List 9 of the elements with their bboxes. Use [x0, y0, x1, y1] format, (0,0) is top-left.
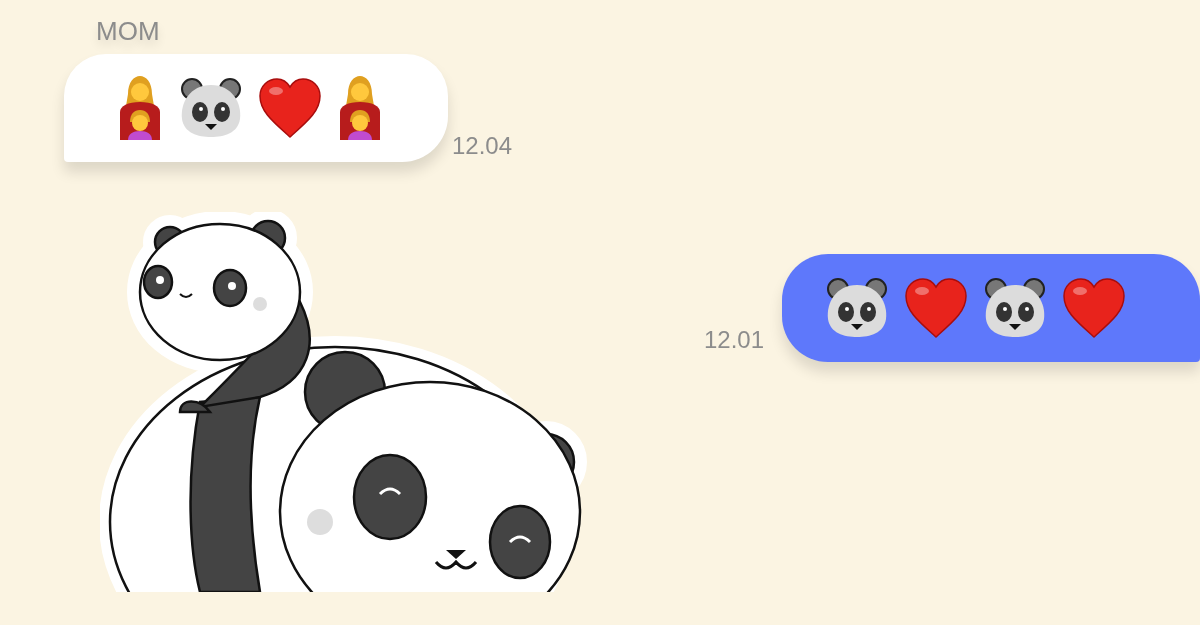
panda-face-icon [982, 277, 1048, 339]
heart-icon [1062, 277, 1126, 339]
panda-face-icon [824, 277, 890, 339]
heart-icon [904, 277, 968, 339]
message-time: 12.01 [703, 328, 764, 352]
heart-icon [258, 77, 322, 139]
panda-face-icon [178, 77, 244, 139]
sender-name: MOM [96, 18, 161, 44]
message-time: 12.04 [452, 134, 513, 158]
